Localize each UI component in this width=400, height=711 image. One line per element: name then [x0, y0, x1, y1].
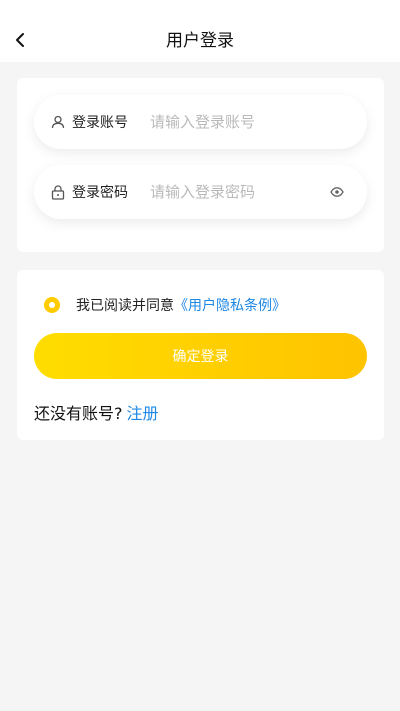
agreement-text: 我已阅读并同意 — [76, 298, 174, 314]
agreement-row: 我已阅读并同意 《用户隐私条例》 — [44, 295, 286, 315]
account-field[interactable]: 登录账号 — [34, 95, 367, 149]
register-prompt: 还没有账号? — [34, 404, 123, 423]
lock-icon — [50, 184, 66, 200]
password-label: 登录密码 — [72, 185, 128, 201]
header-bar: 用户登录 — [0, 0, 400, 62]
password-input[interactable] — [150, 183, 320, 201]
page-title: 用户登录 — [166, 31, 234, 51]
password-field[interactable]: 登录密码 — [34, 165, 367, 219]
register-row: 还没有账号? 注册 — [34, 400, 159, 424]
confirm-login-button[interactable]: 确定登录 — [34, 333, 367, 379]
login-form-card: 登录账号 登录密码 — [17, 78, 384, 252]
account-input[interactable] — [150, 113, 320, 131]
account-label: 登录账号 — [72, 115, 128, 131]
register-link[interactable]: 注册 — [127, 400, 159, 424]
user-icon — [50, 114, 66, 130]
agreement-radio[interactable] — [44, 297, 60, 313]
actions-card: 我已阅读并同意 《用户隐私条例》 确定登录 还没有账号? 注册 — [17, 270, 384, 440]
eye-icon[interactable] — [329, 184, 345, 200]
radio-dot-icon — [49, 302, 55, 308]
privacy-policy-link[interactable]: 《用户隐私条例》 — [174, 295, 286, 315]
